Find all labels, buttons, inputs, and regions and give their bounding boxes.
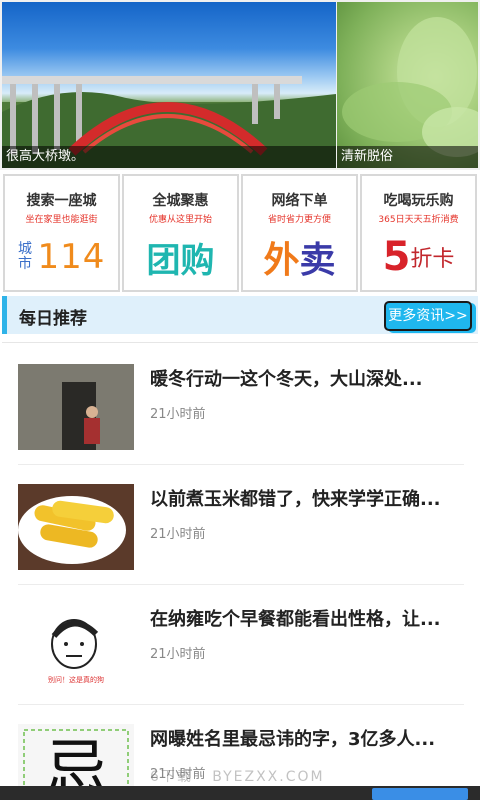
download-button[interactable] xyxy=(372,788,468,800)
news-time: 21小时前 xyxy=(150,647,206,662)
news-item[interactable]: 以前煮玉米都错了，快来学学正确... 21小时前 xyxy=(18,465,464,585)
news-title: 暖冬行动一这个冬天，大山深处... xyxy=(150,369,423,390)
service-subtitle: 365日天天五折消费 xyxy=(378,215,459,225)
news-time: 21小时前 xyxy=(150,407,206,422)
watermark: 6下载 · BYEZXX.COM xyxy=(150,769,325,785)
daily-recommend-header: 每日推荐 更多资讯>> xyxy=(2,296,478,334)
news-title: 以前煮玉米都错了，快来学学正确... xyxy=(150,489,441,510)
bottom-download-bar xyxy=(0,786,480,800)
logo-char-2: 卖 xyxy=(299,240,336,281)
news-title: 网曝姓名里最忌讳的字，3亿多人... xyxy=(150,729,436,750)
service-title: 搜索一座城 xyxy=(26,193,97,209)
banner-main-caption: 很高大桥墩。 xyxy=(2,146,336,168)
service-tile-city-search[interactable]: 搜索一座城 坐在家里也能逛街 城市 114 xyxy=(3,174,120,292)
service-tile-discount-card[interactable]: 吃喝玩乐购 365日天天五折消费 5 折卡 xyxy=(360,174,477,292)
service-grid: 搜索一座城 坐在家里也能逛街 城市 114 全城聚惠 优惠从这里开始 团购 网络… xyxy=(2,174,478,292)
section-title: 每日推荐 xyxy=(19,309,87,329)
logo-char-1: 外 xyxy=(263,240,300,281)
banner-carousel[interactable]: 很高大桥墩。 清新脱俗 xyxy=(0,0,480,170)
takeout-logo: 外卖 xyxy=(243,232,356,282)
service-subtitle: 优惠从这里开始 xyxy=(148,215,212,225)
logo-small-text: 折卡 xyxy=(410,247,455,272)
city-114-logo: 城市 114 xyxy=(5,232,118,282)
service-tile-group-buy[interactable]: 全城聚惠 优惠从这里开始 团购 xyxy=(122,174,239,292)
logo-small-text: 城市 xyxy=(18,241,34,272)
corn-icon xyxy=(18,484,134,570)
group-buy-logo: 团购 xyxy=(146,240,215,281)
banner-side-image[interactable]: 清新脱俗 xyxy=(337,2,478,168)
service-tile-takeout[interactable]: 网络下单 省时省力更方便 外卖 xyxy=(241,174,358,292)
service-subtitle: 省时省力更方便 xyxy=(267,215,331,225)
service-title: 网络下单 xyxy=(271,193,328,209)
news-item[interactable]: 别问！这是真的狗 在纳雍吃个早餐都能看出性格，让... 21小时前 xyxy=(18,585,464,705)
discount-card-logo: 5 折卡 xyxy=(362,232,475,282)
service-title: 吃喝玩乐购 xyxy=(383,193,454,209)
news-thumbnail: 别问！这是真的狗 xyxy=(18,604,134,690)
service-subtitle: 坐在家里也能逛街 xyxy=(25,215,98,225)
banner-side-caption: 清新脱俗 xyxy=(337,146,478,168)
divider xyxy=(2,342,478,343)
service-title: 全城聚惠 xyxy=(152,193,209,209)
news-thumbnail xyxy=(18,364,134,450)
news-item[interactable]: 暖冬行动一这个冬天，大山深处... 21小时前 xyxy=(18,345,464,465)
thumbnail-caption: 别问！这是真的狗 xyxy=(48,675,104,684)
banner-main-image[interactable]: 很高大桥墩。 xyxy=(2,2,336,168)
more-news-button[interactable]: 更多资讯>> xyxy=(384,301,472,331)
succulent-illustration xyxy=(342,17,478,157)
news-title: 在纳雍吃个早餐都能看出性格，让... xyxy=(150,609,441,630)
bridge-illustration xyxy=(2,76,336,168)
news-time: 21小时前 xyxy=(150,527,206,542)
news-thumbnail xyxy=(18,484,134,570)
logo-big-text: 5 xyxy=(382,234,411,280)
person-icon xyxy=(18,364,134,450)
news-list: 暖冬行动一这个冬天，大山深处... 21小时前 以前煮玉米都错了，快来学学正确.… xyxy=(0,345,480,800)
meme-face-icon: 别问！这是真的狗 xyxy=(18,604,134,690)
logo-big-text: 114 xyxy=(37,237,106,277)
